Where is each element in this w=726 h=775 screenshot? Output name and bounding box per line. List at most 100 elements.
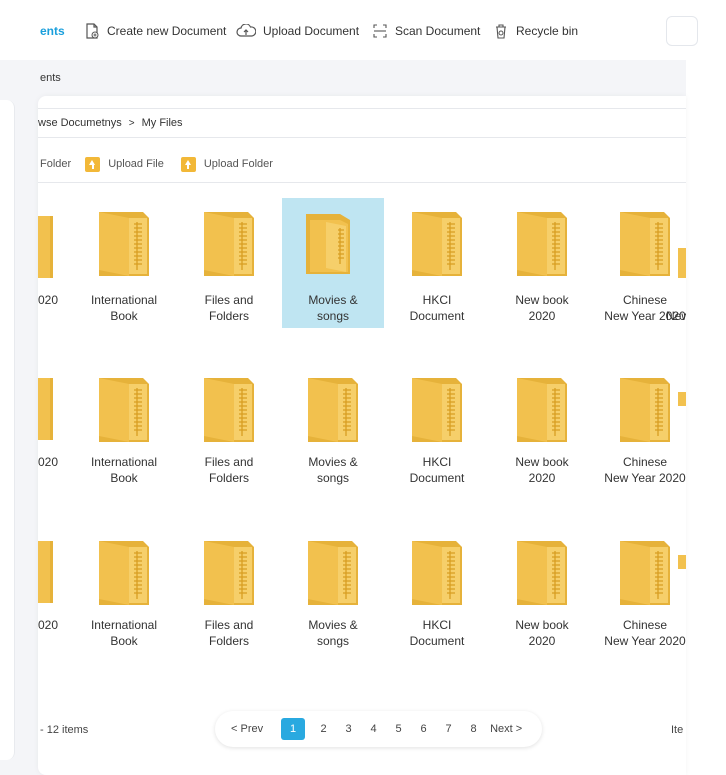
folder-icon xyxy=(38,541,53,603)
document-add-icon xyxy=(84,23,100,39)
folder-name: 020 xyxy=(38,455,59,469)
upload-file-label: Upload File xyxy=(108,158,164,170)
folder-tile[interactable]: HKCI Document xyxy=(386,198,488,328)
folder-tile[interactable]: New book 2020 xyxy=(491,198,593,328)
upload-document-label: Upload Document xyxy=(263,24,360,38)
folder-tile-partial[interactable]: 020 xyxy=(38,364,78,494)
items-per-page-label: Ite xyxy=(671,724,684,736)
folder-icon xyxy=(406,374,468,451)
page-button[interactable]: 3 xyxy=(336,723,361,735)
folder-name: International Book xyxy=(90,455,158,485)
folder-tile[interactable]: Files and Folders xyxy=(178,198,280,328)
folder-icon xyxy=(198,374,260,451)
folder-tile[interactable]: Movies & songs xyxy=(282,527,384,657)
file-browser-panel: wse Documetnys > My Files Folder Upload … xyxy=(38,96,686,775)
recycle-bin-label: Recycle bin xyxy=(516,24,579,38)
folder-name: New book 2020 xyxy=(515,455,569,485)
pagination: < Prev 1 2 3 4 5 6 7 8 Next > xyxy=(215,711,542,747)
folder-tile[interactable]: New book 2020 xyxy=(491,364,593,494)
page-button[interactable]: 2 xyxy=(311,723,336,735)
breadcrumb-separator: > xyxy=(128,117,135,129)
folder-icon xyxy=(511,537,573,614)
folder-name: International Book xyxy=(90,293,158,323)
folder-tile[interactable]: International Book xyxy=(73,198,175,328)
folder-tile-partial[interactable]: 020 xyxy=(38,527,78,657)
new-folder-label: Folder xyxy=(40,158,72,170)
page-button[interactable]: 8 xyxy=(461,723,486,735)
page-button[interactable]: 1 xyxy=(281,718,306,740)
top-toolbar: ents Create new Document Upload Document… xyxy=(0,0,686,60)
folder-icon xyxy=(198,537,260,614)
folder-tile[interactable]: International Book xyxy=(73,364,175,494)
upload-document-button[interactable]: Upload Document xyxy=(236,22,359,40)
folder-icon xyxy=(93,208,155,285)
folder-name: HKCI Document xyxy=(409,618,465,648)
folder-name: International Book xyxy=(90,618,158,648)
recycle-bin-icon xyxy=(493,23,509,39)
prev-page-button[interactable]: < Prev xyxy=(231,723,263,735)
folder-name: HKCI Document xyxy=(409,455,465,485)
folder-name: New book 2020 xyxy=(515,293,569,323)
search-box[interactable] xyxy=(666,16,698,46)
create-document-button[interactable]: Create new Document xyxy=(84,22,226,40)
page-button[interactable]: 7 xyxy=(436,723,461,735)
folder-icon xyxy=(678,392,686,406)
folder-icon xyxy=(511,208,573,285)
folder-icon xyxy=(678,555,686,569)
page-button[interactable]: 6 xyxy=(411,723,436,735)
folder-name: Files and Folders xyxy=(204,455,254,485)
folder-name: 020 xyxy=(38,618,59,632)
folder-tile[interactable]: Files and Folders xyxy=(178,364,280,494)
folder-icon xyxy=(678,248,686,278)
page-button[interactable]: 5 xyxy=(386,723,411,735)
folder-icon xyxy=(302,537,364,614)
scan-document-label: Scan Document xyxy=(395,24,481,38)
breadcrumb-current: My Files xyxy=(141,117,183,129)
upload-folder-label: Upload Folder xyxy=(203,158,273,170)
folder-grid: 020 International Book Files and Folders Mo… xyxy=(38,192,686,692)
folder-icon xyxy=(93,537,155,614)
recycle-bin-button[interactable]: Recycle bin xyxy=(493,22,578,40)
folder-tile[interactable]: Files and Folders xyxy=(178,527,280,657)
create-document-label: Create new Document xyxy=(107,24,227,38)
folder-tile-partial[interactable] xyxy=(666,527,686,657)
folder-tile[interactable]: Movies & songs xyxy=(282,198,384,328)
page-button[interactable]: 4 xyxy=(361,723,386,735)
folder-name: Movies & songs xyxy=(308,618,358,648)
folder-name: 020 xyxy=(38,293,59,307)
folder-name: Files and Folders xyxy=(204,293,254,323)
folder-tile[interactable]: HKCI Document xyxy=(386,364,488,494)
toolbar-documents-tab[interactable]: ents xyxy=(40,22,65,40)
next-page-button[interactable]: Next > xyxy=(490,723,522,735)
folder-icon xyxy=(38,216,53,278)
new-folder-button[interactable]: Folder xyxy=(40,158,71,170)
folder-tile[interactable]: New book 2020 xyxy=(491,527,593,657)
folder-icon xyxy=(511,374,573,451)
breadcrumb-parent[interactable]: wse Documetnys xyxy=(38,117,122,129)
folder-icon xyxy=(93,374,155,451)
upload-arrow-icon xyxy=(180,156,196,172)
cloud-upload-icon xyxy=(236,23,256,39)
scan-document-button[interactable]: Scan Document xyxy=(372,22,480,40)
folder-tile-partial[interactable]: 020 xyxy=(38,202,78,332)
section-title: ents xyxy=(40,72,61,84)
folder-icon xyxy=(302,374,364,451)
folder-tile[interactable]: International Book xyxy=(73,527,175,657)
folder-name: Movies & songs xyxy=(308,455,358,485)
folder-icon xyxy=(38,378,53,440)
folder-name: New xyxy=(666,309,686,323)
folder-tile[interactable]: Movies & songs xyxy=(282,364,384,494)
left-sidebar-panel xyxy=(0,100,15,760)
upload-folder-button[interactable]: Upload Folder xyxy=(180,156,273,172)
section-header: ents xyxy=(0,60,686,96)
folder-icon xyxy=(406,537,468,614)
folder-tile-partial[interactable] xyxy=(666,364,686,494)
toolbar-documents-label: ents xyxy=(40,24,65,38)
upload-file-button[interactable]: Upload File xyxy=(85,156,164,172)
folder-tile-partial[interactable]: New xyxy=(666,202,686,332)
folder-name: HKCI Document xyxy=(409,293,465,323)
upload-arrow-icon xyxy=(85,156,101,172)
folder-tile[interactable]: HKCI Document xyxy=(386,527,488,657)
breadcrumb: wse Documetnys > My Files xyxy=(38,108,686,138)
item-count: - 12 items xyxy=(40,724,89,736)
